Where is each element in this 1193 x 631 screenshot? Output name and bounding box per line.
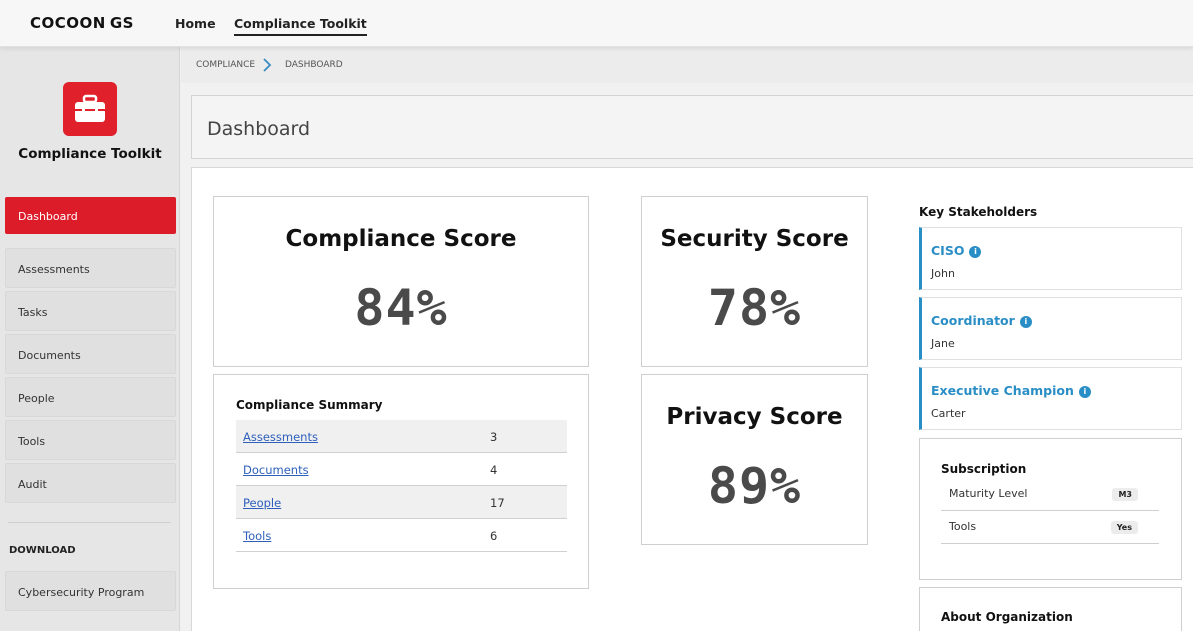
- maturity-level-badge: M3: [1112, 488, 1138, 501]
- sidebar-item-dashboard[interactable]: Dashboard: [5, 197, 176, 234]
- sidebar-item-people[interactable]: People: [5, 377, 176, 417]
- table-row: People 17: [236, 486, 567, 519]
- stakeholder-role: Coordinator: [931, 313, 1015, 328]
- sidebar: Compliance Toolkit Dashboard Assessments…: [0, 47, 180, 631]
- stakeholder-name: Jane: [931, 337, 955, 350]
- sidebar-item-cybersecurity-program[interactable]: Cybersecurity Program: [5, 571, 176, 611]
- about-organization-title: About Organization: [941, 610, 1073, 624]
- privacy-score-card: Privacy Score 89%: [641, 374, 868, 545]
- subscription-label: Tools: [949, 520, 977, 533]
- compliance-summary-card: Compliance Summary Assessments 3 Documen…: [213, 374, 589, 589]
- download-heading: DOWNLOAD: [9, 545, 76, 556]
- subscription-row: Maturity Level M3: [941, 478, 1159, 511]
- summary-link-assessments[interactable]: Assessments: [243, 430, 318, 444]
- summary-count: 4: [490, 463, 498, 477]
- info-icon[interactable]: i: [1019, 316, 1032, 328]
- chevron-right-icon: [263, 58, 272, 72]
- top-nav: COCOON GS Home Compliance Toolkit: [0, 0, 1193, 47]
- subscription-title: Subscription: [941, 462, 1027, 476]
- security-score-value: 78%: [707, 279, 802, 337]
- summary-count: 17: [490, 496, 505, 510]
- sidebar-item-audit[interactable]: Audit: [5, 463, 176, 503]
- security-score-title: Security Score: [660, 226, 849, 252]
- table-row: Tools 6: [236, 519, 567, 552]
- security-score-card: Security Score 78%: [641, 196, 868, 367]
- compliance-score-card: Compliance Score 84%: [213, 196, 589, 367]
- nav-compliance-toolkit-link[interactable]: Compliance Toolkit: [234, 16, 367, 36]
- subscription-label: Maturity Level: [949, 487, 1028, 500]
- subscription-card: Subscription Maturity Level M3 Tools Yes: [919, 438, 1182, 580]
- sidebar-divider: [8, 522, 171, 523]
- key-stakeholders-heading: Key Stakeholders: [919, 205, 1038, 219]
- sidebar-item-tasks[interactable]: Tasks: [5, 291, 176, 331]
- compliance-summary-title: Compliance Summary: [236, 398, 383, 412]
- summary-count: 3: [490, 430, 498, 444]
- sidebar-item-tools[interactable]: Tools: [5, 420, 176, 460]
- brand-logo[interactable]: COCOON GS: [30, 14, 134, 32]
- breadcrumb: COMPLIANCE DASHBOARD: [181, 47, 1193, 83]
- app-name: Compliance Toolkit: [18, 146, 162, 162]
- nav-home-link[interactable]: Home: [175, 16, 216, 31]
- compliance-summary-table: Assessments 3 Documents 4 People 17 Tool…: [236, 420, 567, 552]
- summary-count: 6: [490, 529, 498, 543]
- about-organization-card: About Organization: [919, 587, 1182, 631]
- breadcrumb-dashboard: DASHBOARD: [285, 60, 343, 70]
- table-row: Assessments 3: [236, 420, 567, 453]
- page-header: Dashboard: [191, 95, 1193, 159]
- breadcrumb-compliance[interactable]: COMPLIANCE: [196, 60, 255, 70]
- brand-name: COCOON: [30, 14, 106, 32]
- stakeholder-card-executive-champion: Executive Champion i Carter: [919, 367, 1182, 430]
- brand-suffix: GS: [109, 14, 134, 32]
- summary-link-people[interactable]: People: [243, 496, 281, 510]
- tools-badge: Yes: [1110, 521, 1138, 534]
- info-icon[interactable]: i: [1078, 386, 1091, 398]
- toolbox-icon: [63, 82, 117, 136]
- stakeholder-role: Executive Champion: [931, 383, 1074, 398]
- summary-link-documents[interactable]: Documents: [243, 463, 309, 477]
- stakeholder-name: John: [931, 267, 955, 280]
- stakeholder-role: CISO: [931, 243, 965, 258]
- summary-link-tools[interactable]: Tools: [243, 529, 271, 543]
- info-icon[interactable]: i: [969, 246, 982, 258]
- table-row: Documents 4: [236, 453, 567, 486]
- subscription-row: Tools Yes: [941, 511, 1159, 544]
- compliance-score-title: Compliance Score: [285, 226, 517, 252]
- stakeholder-name: Carter: [931, 407, 966, 420]
- privacy-score-title: Privacy Score: [666, 404, 843, 430]
- compliance-score-value: 84%: [354, 279, 448, 337]
- sidebar-item-documents[interactable]: Documents: [5, 334, 176, 374]
- privacy-score-value: 89%: [707, 457, 802, 515]
- page-title: Dashboard: [207, 118, 311, 140]
- stakeholder-card-coordinator: Coordinator i Jane: [919, 297, 1182, 360]
- sidebar-item-assessments[interactable]: Assessments: [5, 248, 176, 288]
- stakeholder-card-ciso: CISO i John: [919, 227, 1182, 290]
